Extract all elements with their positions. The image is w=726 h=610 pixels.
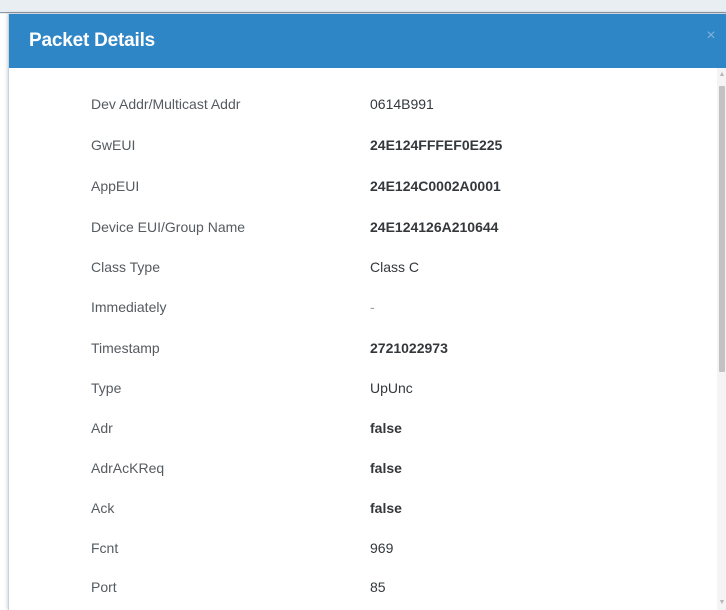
- detail-row-port: Port 85: [9, 577, 717, 597]
- detail-value: Class C: [370, 259, 420, 275]
- detail-label: Dev Addr/Multicast Addr: [91, 96, 241, 112]
- detail-label: GwEUI: [91, 137, 136, 153]
- detail-value: 24E124C0002A0001: [370, 178, 501, 194]
- packet-details-body: Dev Addr/Multicast Addr 0614B991 GwEUI 2…: [9, 68, 717, 610]
- detail-row-adr: Adr false: [9, 418, 717, 438]
- detail-value: 24E124FFFEF0E225: [370, 137, 503, 153]
- background-divider: [0, 12, 726, 13]
- detail-row-ack: Ack false: [9, 498, 717, 518]
- detail-label: Fcnt: [91, 540, 119, 556]
- detail-label: Class Type: [91, 259, 160, 275]
- scroll-thumb[interactable]: [719, 86, 725, 372]
- detail-row-type: Type UpUnc: [9, 378, 717, 398]
- detail-row-adrackreq: AdrAcKReq false: [9, 458, 717, 478]
- detail-value: false: [370, 460, 402, 476]
- detail-label: Ack: [91, 500, 115, 516]
- detail-row-class-type: Class Type Class C: [9, 257, 717, 277]
- scroll-up-arrow-icon[interactable]: ▲: [717, 70, 726, 80]
- detail-value: 24E124126A210644: [370, 219, 499, 235]
- detail-value: 0614B991: [370, 96, 434, 112]
- detail-label: Port: [91, 579, 117, 595]
- modal-header: Packet Details ×: [9, 14, 726, 68]
- detail-row-timestamp: Timestamp 2721022973: [9, 338, 717, 358]
- detail-value: 2721022973: [370, 340, 448, 356]
- close-icon[interactable]: ×: [703, 28, 719, 44]
- detail-label: Timestamp: [91, 340, 160, 356]
- vertical-scrollbar[interactable]: ▲ ▼: [717, 68, 726, 610]
- detail-row-gweui: GwEUI 24E124FFFEF0E225: [9, 135, 717, 155]
- detail-value: false: [370, 500, 402, 516]
- detail-value: 85: [370, 579, 386, 595]
- detail-row-immediately: Immediately -: [9, 297, 717, 317]
- detail-value: UpUnc: [370, 380, 413, 396]
- packet-details-modal: Packet Details × Dev Addr/Multicast Addr…: [8, 14, 726, 610]
- detail-label: Device EUI/Group Name: [91, 219, 246, 235]
- detail-row-dev-addr: Dev Addr/Multicast Addr 0614B991: [9, 94, 717, 114]
- detail-row-device-eui: Device EUI/Group Name 24E124126A210644: [9, 217, 717, 237]
- detail-value: 969: [370, 540, 394, 556]
- detail-value: false: [370, 420, 402, 436]
- packet-details-page: Packet Details × Dev Addr/Multicast Addr…: [0, 0, 726, 610]
- modal-title: Packet Details: [29, 30, 156, 51]
- detail-label: Adr: [91, 420, 113, 436]
- detail-row-fcnt: Fcnt 969: [9, 538, 717, 558]
- detail-label: Immediately: [91, 299, 167, 315]
- scroll-down-arrow-icon[interactable]: ▼: [717, 598, 726, 608]
- detail-value: -: [370, 299, 375, 315]
- detail-row-appeui: AppEUI 24E124C0002A0001: [9, 176, 717, 196]
- detail-label: AppEUI: [91, 178, 140, 194]
- detail-label: Type: [91, 380, 122, 396]
- detail-label: AdrAcKReq: [91, 460, 165, 476]
